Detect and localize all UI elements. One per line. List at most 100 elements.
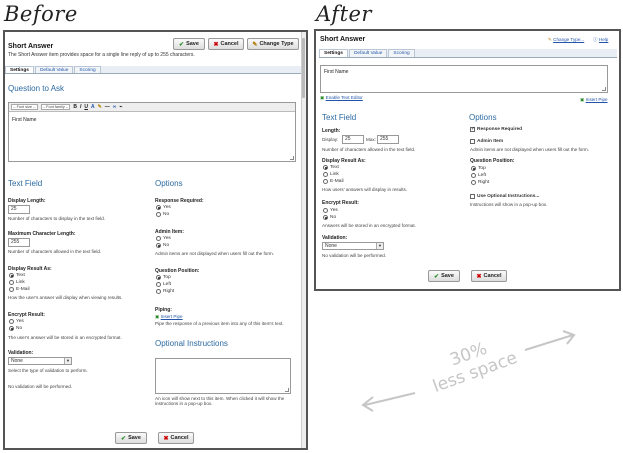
response-required-yes-radio[interactable]: Yes bbox=[156, 205, 171, 210]
highlight-icon[interactable]: ✎ bbox=[98, 104, 102, 110]
optional-instructions-checkbox[interactable]: Use Optional Instructions... bbox=[470, 194, 539, 199]
pipe-icon: ▣ bbox=[580, 97, 585, 102]
save-button[interactable]: ✔ Save bbox=[428, 270, 460, 282]
before-heading: Before bbox=[4, 2, 78, 26]
save-button[interactable]: ✔ Save bbox=[173, 38, 205, 50]
admin-item-no-radio[interactable]: No bbox=[156, 243, 169, 248]
text-field-heading: Text Field bbox=[322, 113, 357, 122]
encrypt-label: Encrypt Result: bbox=[322, 200, 359, 206]
validation-help: No validation will be performed. bbox=[322, 253, 387, 258]
admin-item-yes-radio[interactable]: Yes bbox=[156, 236, 171, 241]
encrypt-yes-radio[interactable]: Yes bbox=[9, 319, 24, 324]
tab-default-value[interactable]: Default Value bbox=[348, 49, 388, 57]
font-size-select[interactable]: -- Font size -- bbox=[11, 104, 38, 110]
bottom-save-button[interactable]: ✔ Save bbox=[115, 432, 147, 444]
position-right-radio[interactable]: Right bbox=[156, 289, 174, 294]
scrollbar[interactable] bbox=[301, 32, 306, 448]
display-result-link-radio[interactable]: Link bbox=[323, 172, 339, 177]
text-field-heading: Text Field bbox=[8, 179, 43, 188]
position-top-radio[interactable]: Top bbox=[471, 166, 486, 171]
question-heading: Question to Ask bbox=[8, 84, 65, 93]
chevron-down-icon: ▼ bbox=[64, 358, 71, 364]
question-position-label: Question Position: bbox=[470, 158, 515, 164]
italic-icon[interactable]: I bbox=[80, 104, 81, 110]
after-dialog: Short Answer ✎ Change Type... ⓘ Help Set… bbox=[314, 29, 621, 291]
resize-handle[interactable] bbox=[290, 156, 294, 160]
check-icon: ✔ bbox=[434, 273, 440, 280]
piping-label: Piping: bbox=[155, 307, 172, 313]
bold-icon[interactable]: B bbox=[73, 104, 77, 110]
tab-scoring[interactable]: Scoring bbox=[388, 49, 415, 57]
close-icon: ✖ bbox=[476, 273, 482, 280]
pencil-icon: ✎ bbox=[252, 41, 258, 48]
help-link[interactable]: ⓘ Help bbox=[593, 37, 608, 43]
tab-settings[interactable]: Settings bbox=[5, 66, 34, 73]
rich-text-editor[interactable]: -- Font size -- -- Font family -- B I U … bbox=[8, 102, 296, 162]
encrypt-yes-radio[interactable]: Yes bbox=[323, 208, 338, 213]
response-required-checkbox[interactable]: Response Required bbox=[470, 126, 522, 132]
horizontal-rule-icon[interactable]: — bbox=[105, 104, 110, 110]
admin-item-checkbox[interactable]: Admin Item bbox=[470, 139, 503, 144]
optional-instructions-textarea[interactable] bbox=[155, 358, 291, 394]
encrypt-label: Encrypt Result: bbox=[8, 312, 45, 318]
resize-handle[interactable] bbox=[602, 87, 606, 91]
dialog-title: Short Answer bbox=[8, 43, 54, 50]
display-result-text-radio[interactable]: Text bbox=[9, 273, 25, 278]
validation-label: Validation: bbox=[322, 235, 348, 241]
question-text: First Name bbox=[324, 69, 349, 75]
encrypt-no-radio[interactable]: No bbox=[9, 326, 22, 331]
cancel-button[interactable]: ✖ Cancel bbox=[471, 270, 507, 282]
bottom-cancel-button[interactable]: ✖ Cancel bbox=[158, 432, 194, 444]
admin-item-label: Admin Item: bbox=[155, 229, 184, 235]
position-top-radio[interactable]: Top bbox=[156, 275, 171, 280]
question-textarea[interactable]: First Name bbox=[320, 65, 608, 93]
display-length-input[interactable]: 25 bbox=[8, 205, 30, 214]
tab-scoring[interactable]: Scoring bbox=[74, 66, 101, 73]
link-icon[interactable]: ∞ bbox=[113, 104, 117, 110]
insert-pipe-link[interactable]: ▣ Insert Pipe bbox=[580, 97, 608, 103]
response-required-no-radio[interactable]: No bbox=[156, 212, 169, 217]
change-type-button[interactable]: ✎ Change Type bbox=[247, 38, 299, 50]
display-result-email-radio[interactable]: E-Mail bbox=[9, 287, 30, 292]
cancel-button[interactable]: ✖ Cancel bbox=[208, 38, 244, 50]
enable-text-editor-link[interactable]: ▣ Enable Text Editor bbox=[320, 95, 363, 101]
unlink-icon[interactable]: ⌁ bbox=[119, 104, 122, 110]
close-icon: ✖ bbox=[163, 435, 169, 442]
display-length-label: Display Length: bbox=[8, 198, 46, 204]
response-required-label: Response Required: bbox=[155, 198, 204, 204]
insert-pipe-link[interactable]: ▣ Insert Pipe bbox=[155, 314, 183, 320]
display-result-text-radio[interactable]: Text bbox=[323, 165, 339, 170]
max-length-input[interactable]: 255 bbox=[8, 238, 30, 247]
tab-default-value[interactable]: Default Value bbox=[34, 66, 74, 73]
max-length-input[interactable]: 255 bbox=[377, 135, 399, 144]
resize-handle[interactable] bbox=[285, 388, 289, 392]
display-result-label: Display Result As: bbox=[322, 158, 366, 164]
editor-content: First Name bbox=[12, 117, 37, 123]
position-left-radio[interactable]: Left bbox=[156, 282, 171, 287]
validation-select[interactable]: None ▼ bbox=[8, 357, 72, 365]
chevron-down-icon: ▼ bbox=[376, 243, 383, 249]
tab-bar: Settings Default Value Scoring bbox=[319, 49, 617, 58]
tab-bar: Settings Default Value Scoring bbox=[5, 66, 301, 74]
optional-instructions-help: Instructions will show in a pop-up box. bbox=[470, 202, 548, 207]
underline-icon[interactable]: U bbox=[84, 104, 88, 110]
check-icon: ✔ bbox=[179, 41, 185, 48]
encrypt-help: Answers will be stored in an encrypted f… bbox=[322, 223, 416, 228]
text-color-icon[interactable]: A bbox=[91, 104, 95, 110]
position-right-radio[interactable]: Right bbox=[471, 180, 489, 185]
validation-help: Select the type of validation to perform… bbox=[8, 368, 88, 373]
display-result-email-radio[interactable]: E-Mail bbox=[323, 179, 344, 184]
font-family-select[interactable]: -- Font family -- bbox=[40, 104, 71, 110]
display-length-input[interactable]: 25 bbox=[342, 135, 364, 144]
scrollbar-thumb[interactable] bbox=[302, 38, 305, 98]
encrypt-help: The user's answer will be stored in an e… bbox=[8, 335, 122, 340]
max-length-label: Maximum Character Length: bbox=[8, 231, 76, 237]
tab-settings[interactable]: Settings bbox=[319, 49, 348, 57]
validation-select[interactable]: None ▼ bbox=[322, 242, 384, 250]
position-left-radio[interactable]: Left bbox=[471, 173, 486, 178]
validation-status: No validation will be performed. bbox=[8, 384, 73, 389]
encrypt-no-radio[interactable]: No bbox=[323, 215, 336, 220]
display-result-link-radio[interactable]: Link bbox=[9, 280, 25, 285]
max-length-help: Number of characters allowed in the text… bbox=[8, 249, 102, 254]
change-type-link[interactable]: ✎ Change Type... bbox=[548, 37, 584, 43]
